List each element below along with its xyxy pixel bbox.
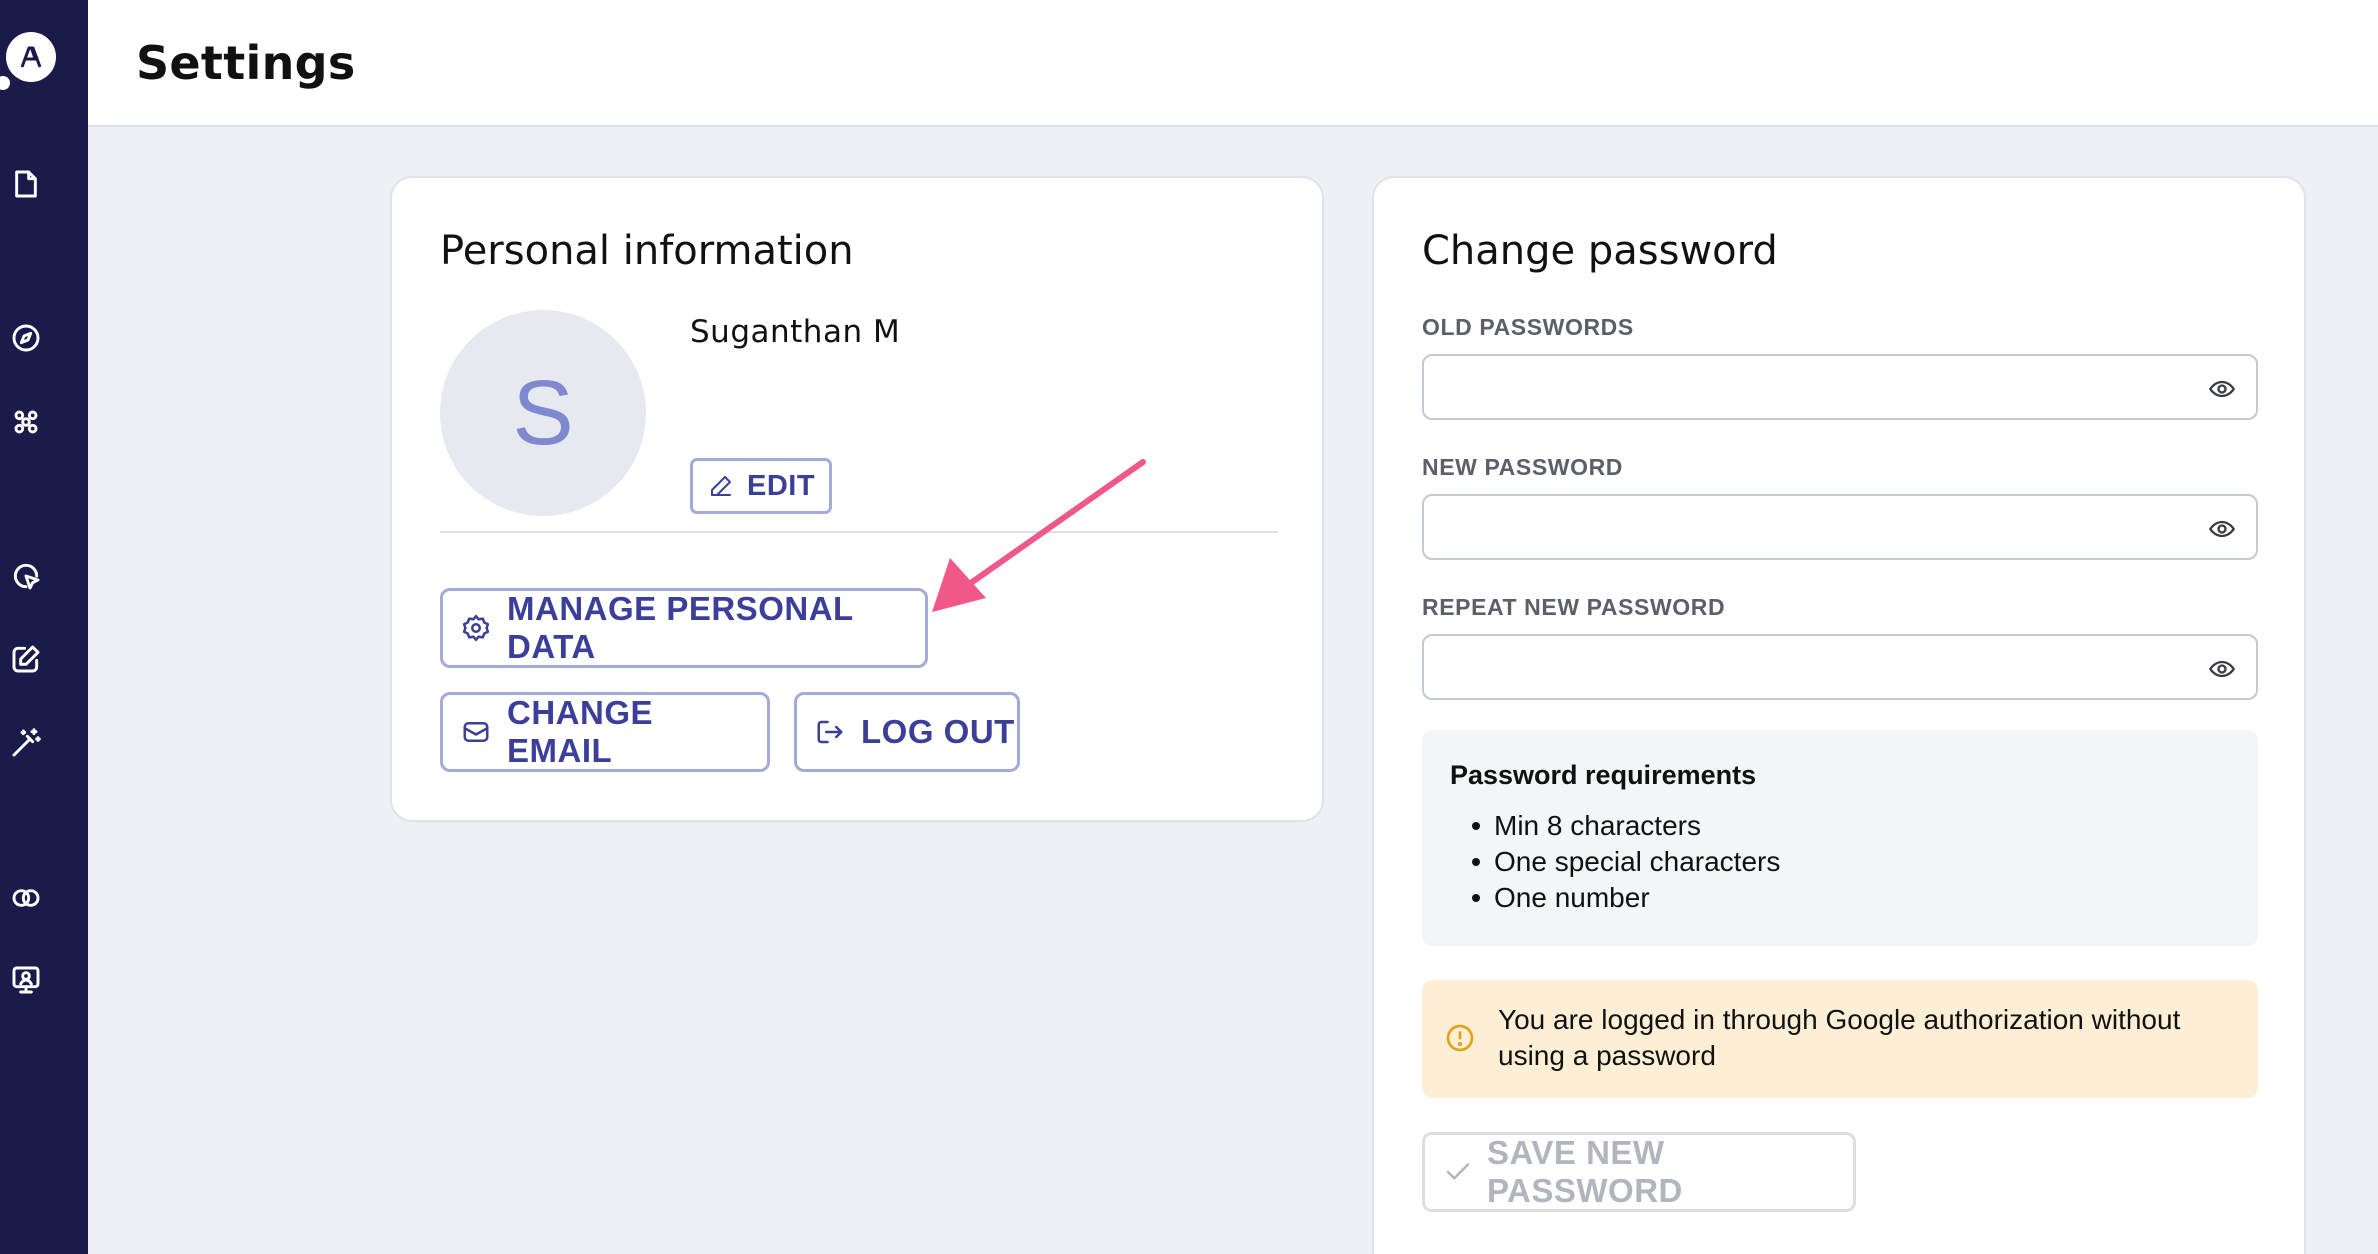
eye-icon [2208,520,2236,538]
show-repeat-password-toggle[interactable] [2208,655,2236,683]
gear-icon [462,614,490,642]
repeat-password-label: REPEAT NEW PASSWORD [1422,594,1726,620]
app-logo[interactable] [6,32,56,82]
google-auth-warning: You are logged in through Google authori… [1422,980,2258,1098]
eye-icon [2208,380,2236,398]
personal-info-card: Personal information S Suganthan M EDIT … [390,176,1324,822]
sidebar-item-monitor[interactable] [8,962,44,998]
requirement-text: One special characters [1494,846,1781,877]
old-password-input[interactable] [1424,356,2256,418]
new-password-label: NEW PASSWORD [1422,454,1623,480]
logout-label: LOG OUT [861,713,1015,750]
eye-icon [2208,660,2236,678]
sidebar-item-connections[interactable] [8,880,44,916]
password-requirements-box: Password requirements Min 8 characters O… [1422,730,2258,946]
manage-label: MANAGE PERSONAL DATA [507,590,854,665]
monitor-user-icon [12,966,40,994]
sidebar-item-integrations[interactable] [8,404,44,440]
annotation-arrow [932,459,1146,612]
repeat-password-field[interactable] [1422,634,2258,700]
sidebar-item-magic[interactable] [8,725,44,761]
show-old-password-toggle[interactable] [2208,375,2236,403]
requirement-text: Min 8 characters [1494,810,1701,841]
envelope-icon [463,722,489,742]
notification-dot [0,76,10,90]
repeat-password-input[interactable] [1424,636,2256,698]
page-title: Settings [136,36,356,90]
user-name: Suganthan M [690,314,901,350]
list-item: Min 8 characters [1450,808,1780,844]
apps-icon [14,410,38,434]
check-icon [1446,1163,1470,1180]
sidebar-item-edit[interactable] [8,641,44,677]
list-item: One number [1450,880,1780,916]
top-bar: Settings [88,0,2378,127]
avatar: S [440,310,646,516]
magic-wand-icon [12,728,41,757]
sidebar-item-explore[interactable] [8,320,44,356]
change-password-card: Change password OLD PASSWORDS NEW PASSWO… [1372,176,2306,1254]
list-item: One special characters [1450,844,1780,880]
requirements-title: Password requirements [1450,760,1757,790]
save-label: SAVE NEW PASSWORD [1487,1134,1683,1209]
alert-circle-icon [1444,1022,1476,1054]
edit-button[interactable]: EDIT [690,458,832,514]
warning-text: You are logged in through Google authori… [1498,1004,2181,1071]
logo-icon [20,46,42,68]
edit-label: EDIT [747,469,816,502]
pencil-icon [711,476,731,496]
new-password-input[interactable] [1424,496,2256,558]
cursor-click-icon [13,563,40,590]
change-password-title: Change password [1422,228,1778,274]
sidebar [0,0,88,1254]
change-email-button[interactable]: CHANGE EMAIL [440,692,770,772]
show-new-password-toggle[interactable] [2208,515,2236,543]
change-email-label: CHANGE EMAIL [507,694,654,769]
compass-icon [12,324,40,352]
old-password-field[interactable] [1422,354,2258,420]
file-icon [15,170,37,198]
old-password-label: OLD PASSWORDS [1422,314,1634,340]
logout-button[interactable]: LOG OUT [794,692,1020,772]
save-new-password-button[interactable]: SAVE NEW PASSWORD [1422,1132,1856,1212]
link-circles-icon [12,889,40,907]
sidebar-item-documents[interactable] [8,166,44,202]
manage-personal-data-button[interactable]: MANAGE PERSONAL DATA [440,588,928,668]
edit-square-icon [12,645,40,673]
requirements-list: Min 8 characters One special characters … [1450,808,1780,916]
sidebar-item-click[interactable] [8,558,44,594]
requirement-text: One number [1494,882,1650,913]
new-password-field[interactable] [1422,494,2258,560]
personal-info-title: Personal information [440,228,854,274]
logout-icon [817,720,843,744]
